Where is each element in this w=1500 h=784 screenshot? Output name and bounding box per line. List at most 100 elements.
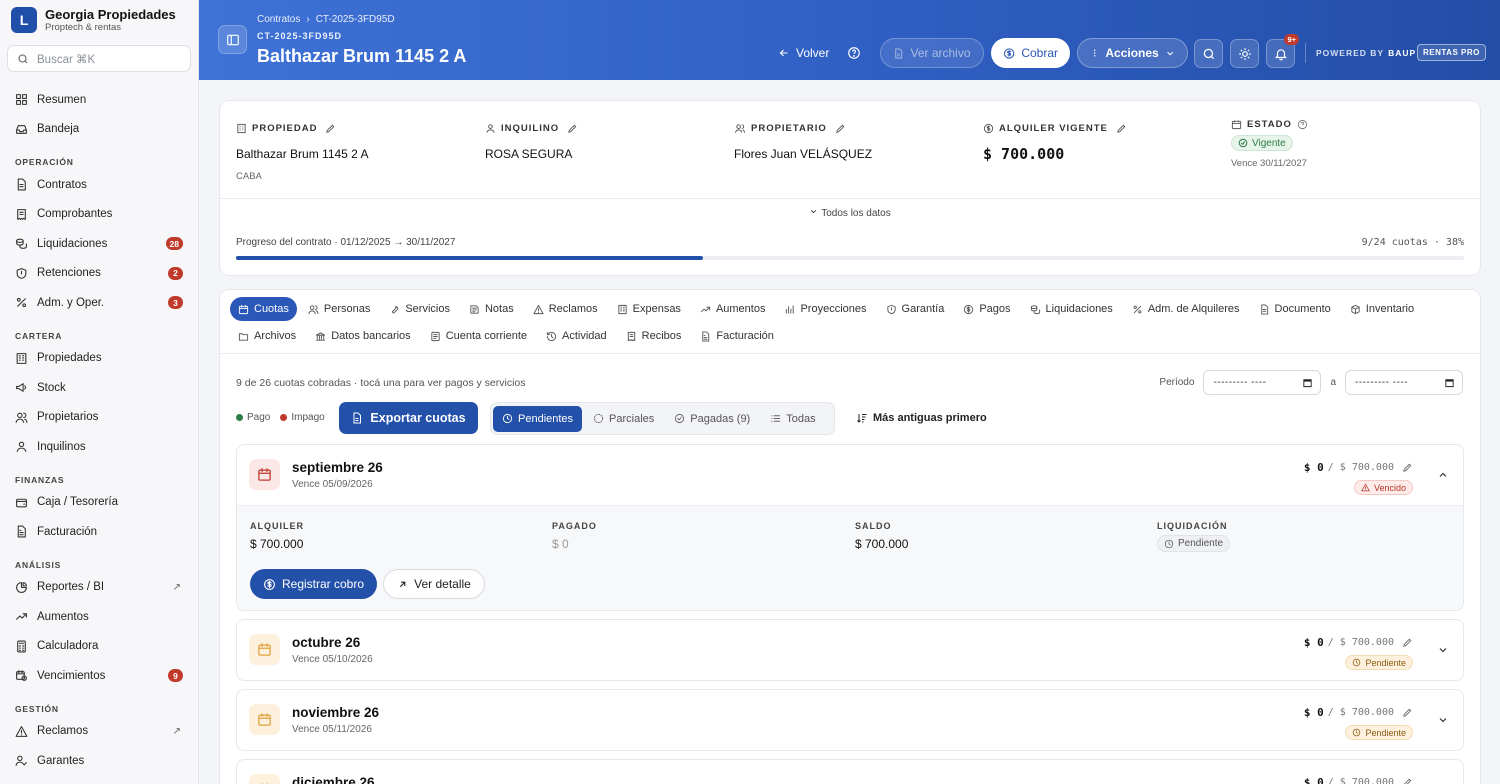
sidebar-item-propiedades[interactable]: Propiedades: [0, 344, 198, 374]
brand-name: Georgia Propiedades: [45, 6, 176, 22]
tab-pagos[interactable]: Pagos: [955, 297, 1018, 321]
search-input[interactable]: Buscar ⌘K: [7, 45, 191, 72]
sidebar-item-liquidaciones[interactable]: Liquidaciones 28: [0, 229, 198, 259]
tab-datos-bancarios[interactable]: Datos bancarios: [307, 324, 419, 348]
tab-servicios[interactable]: Servicios: [381, 297, 458, 321]
sidebar-item-label: Vencimientos: [37, 669, 106, 682]
sidebar-item-resumen[interactable]: Resumen: [0, 85, 198, 115]
sidebar-item-garantes[interactable]: Garantes: [0, 746, 198, 776]
tab-cuotas[interactable]: Cuotas: [230, 297, 297, 321]
chevron-down-icon[interactable]: [1437, 644, 1449, 659]
cuota-item[interactable]: septiembre 26 Vence 05/09/2026 $ 0/ $ 700.…: [236, 444, 1464, 611]
pencil-icon[interactable]: [835, 123, 846, 134]
sidebar-item-bandeja[interactable]: Bandeja: [0, 115, 198, 145]
periodo-hasta-input[interactable]: --------- ----: [1345, 370, 1463, 395]
sidebar-item-facturacion[interactable]: Facturación: [0, 517, 198, 547]
sidebar-item-vencimientos[interactable]: Vencimientos 9: [0, 661, 198, 691]
tab-facturacion[interactable]: Facturación: [692, 324, 781, 348]
pencil-icon[interactable]: [1116, 123, 1127, 134]
cuota-header[interactable]: octubre 26 Vence 05/10/2026 $ 0/ $ 700.000…: [237, 620, 1463, 680]
tab-garantia[interactable]: Garantía: [878, 297, 953, 321]
propiedad-location: CABA: [236, 171, 262, 182]
tab-adm-de-alquileres[interactable]: Adm. de Alquileres: [1124, 297, 1248, 321]
tab-personas[interactable]: Personas: [300, 297, 378, 321]
summary-inquilino-label: INQUILINO: [485, 123, 583, 134]
cuota-header[interactable]: noviembre 26 Vence 05/11/2026 $ 0/ $ 700.0…: [237, 690, 1463, 750]
acciones-menu-button[interactable]: Acciones: [1077, 38, 1188, 68]
breadcrumb-contratos[interactable]: Contratos: [257, 14, 300, 25]
tab-archivos[interactable]: Archivos: [230, 324, 304, 348]
warning-icon: [15, 725, 28, 737]
registrar-cobro-button[interactable]: Registrar cobro: [250, 569, 377, 599]
cobrar-button[interactable]: Cobrar: [991, 38, 1070, 68]
chevron-up-icon[interactable]: [1437, 469, 1449, 484]
sidebar-item-caja-tesoreria[interactable]: Caja / Tesorería: [0, 488, 198, 518]
filter-todas[interactable]: Todas: [761, 406, 824, 432]
tab-label: Adm. de Alquileres: [1147, 303, 1240, 315]
cuota-header[interactable]: septiembre 26 Vence 05/09/2026 $ 0/ $ 700.…: [237, 445, 1463, 505]
tab-label: Cuenta corriente: [445, 330, 528, 342]
tab-recibos[interactable]: Recibos: [618, 324, 690, 348]
help-button[interactable]: [844, 38, 870, 68]
sidebar-item-retenciones[interactable]: Retenciones 2: [0, 259, 198, 289]
header-search-button[interactable]: [1194, 39, 1223, 68]
tab-liquidaciones[interactable]: Liquidaciones: [1022, 297, 1121, 321]
tab-notas[interactable]: Notas: [461, 297, 522, 321]
todos-los-datos-toggle[interactable]: Todos los datos: [220, 207, 1480, 219]
shield-icon: [886, 304, 896, 314]
tab-cuenta-corriente[interactable]: Cuenta corriente: [422, 324, 535, 348]
cuota-header[interactable]: diciembre 26 $ 0/ $ 700.000: [237, 760, 1463, 784]
sort-button[interactable]: Más antiguas primero: [856, 412, 987, 424]
cuota-item[interactable]: octubre 26 Vence 05/10/2026 $ 0/ $ 700.000…: [236, 619, 1464, 681]
clock-icon: [502, 413, 513, 424]
filter-pendientes[interactable]: Pendientes: [493, 405, 583, 432]
pencil-icon[interactable]: [567, 123, 578, 134]
pencil-icon[interactable]: [1402, 462, 1413, 473]
legend-impago: Impago: [291, 412, 325, 423]
sidebar-item-reclamos[interactable]: Reclamos ↗: [0, 717, 198, 747]
tab-expensas[interactable]: Expensas: [609, 297, 689, 321]
chevron-down-icon[interactable]: [1437, 714, 1449, 729]
tabs: Cuotas Personas Servicios Notas Reclamos Expe…: [230, 296, 1460, 350]
cuota-total: / $ 700.000: [1327, 462, 1394, 473]
tab-aumentos[interactable]: Aumentos: [692, 297, 774, 321]
detail-pagado-value: $ 0: [552, 537, 569, 551]
exportar-cuotas-button[interactable]: Exportar cuotas: [339, 402, 478, 434]
sidebar-item-aumentos[interactable]: Aumentos: [0, 602, 198, 632]
tab-label: Proyecciones: [800, 303, 867, 315]
shield-icon: [16, 267, 27, 279]
volver-button[interactable]: Volver: [766, 38, 841, 68]
sidebar-item-reportes-bi[interactable]: Reportes / BI ↗: [0, 573, 198, 603]
filter-pagadas-9[interactable]: Pagadas (9): [665, 406, 759, 432]
sidebar-item-stock[interactable]: Stock: [0, 373, 198, 403]
cuota-item[interactable]: diciembre 26 $ 0/ $ 700.000: [236, 759, 1464, 784]
ver-archivo-button[interactable]: Ver archivo: [880, 38, 984, 68]
sidebar-item-comprobantes[interactable]: Comprobantes: [0, 200, 198, 230]
periodo-desde-input[interactable]: --------- ----: [1203, 370, 1322, 395]
pencil-icon[interactable]: [1402, 777, 1413, 784]
help-icon[interactable]: [1297, 119, 1308, 130]
tab-actividad[interactable]: Actividad: [538, 324, 615, 348]
tab-reclamos[interactable]: Reclamos: [525, 297, 606, 321]
brand[interactable]: L Georgia Propiedades Proptech & rentas: [0, 0, 198, 40]
sidebar-item-adm-y-oper[interactable]: Adm. y Oper. 3: [0, 288, 198, 318]
sidebar-item-contratos[interactable]: Contratos: [0, 170, 198, 200]
tab-inventario[interactable]: Inventario: [1342, 297, 1422, 321]
ver-detalle-button[interactable]: Ver detalle: [383, 569, 485, 599]
cuota-item[interactable]: noviembre 26 Vence 05/11/2026 $ 0/ $ 700.0…: [236, 689, 1464, 751]
pencil-icon[interactable]: [1402, 707, 1413, 718]
sidebar-item-calculadora[interactable]: Calculadora: [0, 632, 198, 662]
filter-parciales[interactable]: Parciales: [584, 406, 663, 432]
sidebar-toggle-button[interactable]: [218, 25, 247, 54]
theme-toggle-button[interactable]: [1230, 39, 1259, 68]
tab-proyecciones[interactable]: Proyecciones: [776, 297, 874, 321]
pencil-icon[interactable]: [325, 123, 336, 134]
sidebar-item-propietarios[interactable]: Propietarios: [0, 403, 198, 433]
cuota-amount: $ 0/ $ 700.000: [1304, 461, 1413, 474]
notifications-button[interactable]: 9+: [1266, 34, 1299, 68]
cuota-status: Pendiente: [1365, 727, 1406, 738]
sidebar-item-inquilinos[interactable]: Inquilinos: [0, 432, 198, 462]
pencil-icon[interactable]: [1402, 637, 1413, 648]
sidebar-toggle-icon: [226, 34, 239, 45]
tab-documento[interactable]: Documento: [1251, 297, 1339, 321]
